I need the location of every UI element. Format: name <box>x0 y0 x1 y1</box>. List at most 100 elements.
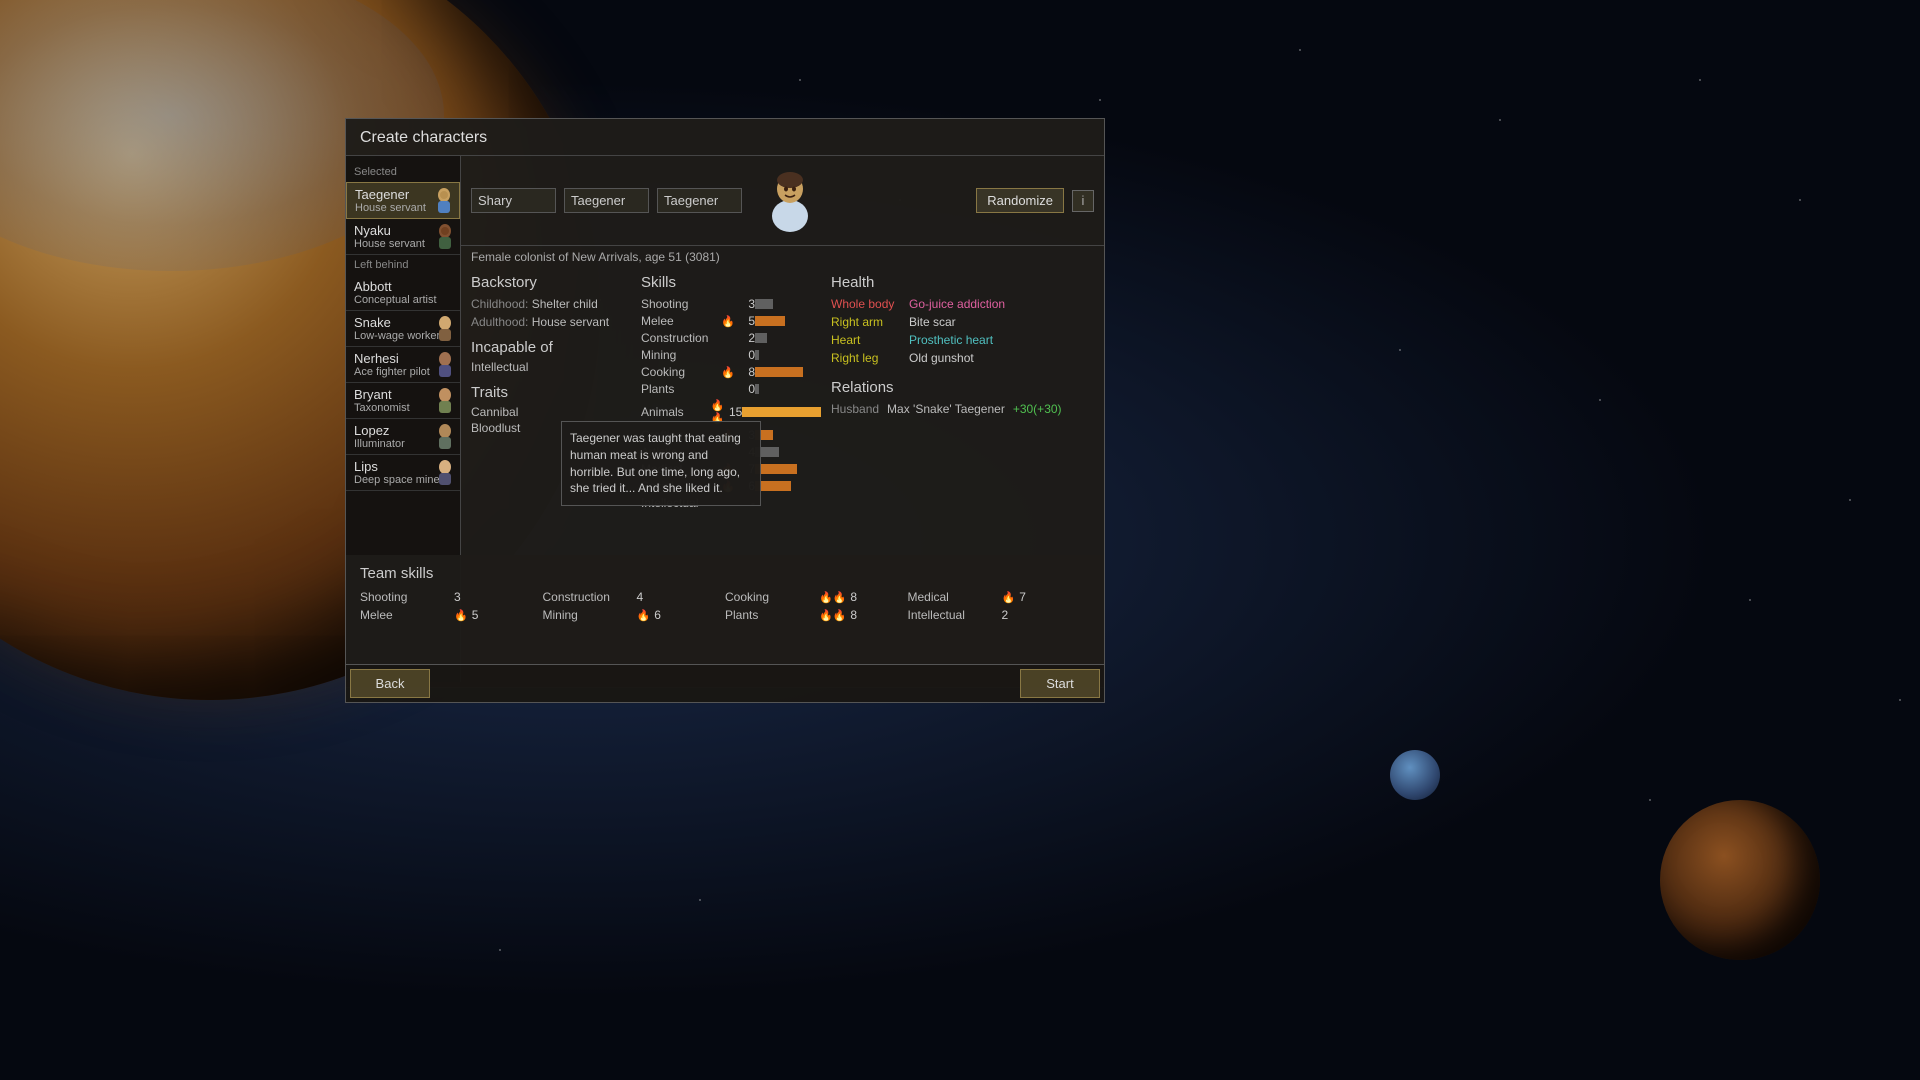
relation-husband: Husband Max 'Snake' Taegener +30(+30) <box>831 402 1094 416</box>
health-cond-gojuice: Go-juice addiction <box>909 297 1005 311</box>
health-section: Health Whole body Go-juice addiction Rig… <box>831 274 1094 513</box>
ts-shooting: Shooting 3 <box>360 590 543 604</box>
skill-name-mining: Mining <box>641 348 721 362</box>
childhood-label: Childhood: <box>471 297 528 311</box>
planet-small <box>1660 800 1820 960</box>
skill-value-shooting: 3 <box>735 297 755 311</box>
trait-bloodlust[interactable]: Bloodlust Taegener was taught that eatin… <box>471 421 631 435</box>
ts-passion-melee: 🔥 <box>454 609 468 622</box>
char-name-abbott: Abbott <box>354 279 452 294</box>
char-body: Backstory Childhood: Shelter child Adult… <box>461 268 1104 519</box>
relations-title: Relations <box>831 379 1094 396</box>
health-title: Health <box>831 274 1094 291</box>
health-whole-body: Whole body Go-juice addiction <box>831 297 1094 311</box>
skill-name-plants: Plants <box>641 382 721 396</box>
avatar-nerhesi <box>432 351 456 379</box>
health-cond-gunshot: Old gunshot <box>909 351 974 365</box>
info-button[interactable]: i <box>1072 190 1094 212</box>
adulthood-row: Adulthood: House servant <box>471 315 631 329</box>
incapable-title: Incapable of <box>471 339 631 356</box>
ts-name-mining: Mining <box>543 608 633 622</box>
skill-cooking: Cooking 🔥 8 <box>641 365 821 379</box>
ts-passion-cooking: 🔥🔥 <box>819 591 846 604</box>
ts-name-medical: Medical <box>908 590 998 604</box>
adulthood-value: House servant <box>532 315 609 329</box>
left-behind-label: Left behind <box>346 255 460 275</box>
ts-intellectual: Intellectual 2 <box>908 608 1091 622</box>
skill-value-melee: 5 <box>735 314 755 328</box>
last-name-input[interactable] <box>657 188 742 213</box>
avatar-lopez <box>432 423 456 451</box>
skill-bar-construction <box>755 333 767 343</box>
sidebar-item-bryant[interactable]: Bryant Taxonomist <box>346 383 460 419</box>
team-skills-grid: Shooting 3 Construction 4 Cooking 🔥🔥 8 M… <box>360 590 1090 622</box>
health-right-arm: Right arm Bite scar <box>831 315 1094 329</box>
skill-bar-shooting <box>755 299 773 309</box>
ts-passion-plants: 🔥🔥 <box>819 609 846 622</box>
incapable-intellectual: Intellectual <box>471 360 631 374</box>
skill-passion-cooking: 🔥 <box>721 366 733 379</box>
skill-value-mining: 0 <box>735 348 755 362</box>
skill-value-animals: 15 <box>725 405 742 419</box>
team-skills-panel: Team skills Shooting 3 Construction 4 Co… <box>345 555 1105 665</box>
back-button[interactable]: Back <box>350 669 430 698</box>
trait-cannibal: Cannibal <box>471 405 631 419</box>
health-part-whole: Whole body <box>831 297 901 311</box>
relation-type-husband: Husband <box>831 402 879 416</box>
health-cond-prosthetic: Prosthetic heart <box>909 333 993 347</box>
sidebar-item-taegener[interactable]: Taegener House servant <box>346 182 460 219</box>
char-avatar-container <box>760 164 820 237</box>
ts-passion-medical: 🔥 <box>1002 591 1016 604</box>
backstory-title: Backstory <box>471 274 631 291</box>
avatar-snake <box>432 315 456 343</box>
ts-passion-mining: 🔥 <box>637 609 651 622</box>
skill-name-melee: Melee <box>641 314 721 328</box>
bloodlust-tooltip: Taegener was taught that eating human me… <box>561 421 761 506</box>
sidebar-item-nerhesi[interactable]: Nerhesi Ace fighter pilot <box>346 347 460 383</box>
sidebar-item-snake[interactable]: Snake Low-wage worker <box>346 311 460 347</box>
adulthood-label: Adulthood: <box>471 315 528 329</box>
ts-name-plants: Plants <box>725 608 815 622</box>
sidebar-item-abbott[interactable]: Abbott Conceptual artist <box>346 275 460 311</box>
char-avatar-svg <box>760 164 820 234</box>
sidebar-item-nyaku[interactable]: Nyaku House servant <box>346 219 460 255</box>
health-part-heart: Heart <box>831 333 901 347</box>
sidebar-item-lips[interactable]: Lips Deep space miner <box>346 455 460 491</box>
ts-val-melee: 5 <box>472 608 479 622</box>
health-heart: Heart Prosthetic heart <box>831 333 1094 347</box>
first-name-input[interactable] <box>471 188 556 213</box>
childhood-row: Childhood: Shelter child <box>471 297 631 311</box>
skills-title: Skills <box>641 274 821 291</box>
selected-label: Selected <box>346 162 460 182</box>
skill-bar-mining <box>755 350 759 360</box>
skill-shooting: Shooting 3 <box>641 297 821 311</box>
char-header: Randomize i <box>461 156 1104 246</box>
sidebar-item-lopez[interactable]: Lopez Illuminator <box>346 419 460 455</box>
childhood-value: Shelter child <box>532 297 598 311</box>
ts-melee: Melee 🔥 5 <box>360 608 543 622</box>
skill-name-cooking: Cooking <box>641 365 721 379</box>
team-skills-title: Team skills <box>360 565 1090 582</box>
ts-val-medical: 7 <box>1019 590 1026 604</box>
ts-name-intellectual: Intellectual <box>908 608 998 622</box>
ts-val-plants: 8 <box>850 608 857 622</box>
ts-plants: Plants 🔥🔥 8 <box>725 608 908 622</box>
skill-bar-medical <box>755 464 797 474</box>
avatar-lips <box>432 459 456 487</box>
health-cond-bite: Bite scar <box>909 315 956 329</box>
ts-construction: Construction 4 <box>543 590 726 604</box>
health-right-leg: Right leg Old gunshot <box>831 351 1094 365</box>
middle-name-input[interactable] <box>564 188 649 213</box>
avatar-bryant <box>432 387 456 415</box>
start-button[interactable]: Start <box>1020 669 1100 698</box>
skill-bar-plants <box>755 384 759 394</box>
health-part-leg: Right leg <box>831 351 901 365</box>
skill-name-construction: Construction <box>641 331 721 345</box>
ts-name-melee: Melee <box>360 608 450 622</box>
traits-title: Traits <box>471 384 631 401</box>
char-role-abbott: Conceptual artist <box>354 294 452 306</box>
ts-name-cooking: Cooking <box>725 590 815 604</box>
randomize-button[interactable]: Randomize <box>976 188 1064 213</box>
ts-val-mining: 6 <box>654 608 661 622</box>
skill-name-shooting: Shooting <box>641 297 721 311</box>
